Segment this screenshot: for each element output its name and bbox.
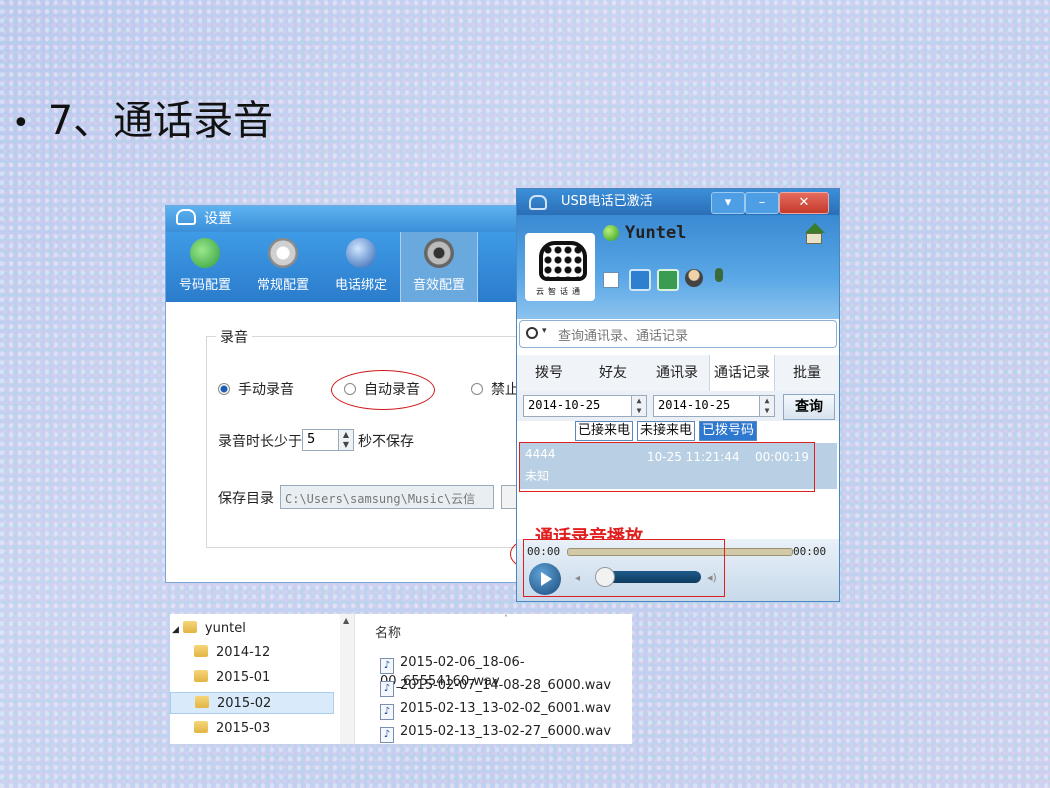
file-item[interactable]: ♪ 2015-02-13_13-02-02_6001.wav — [380, 701, 611, 720]
search-icon[interactable] — [526, 327, 538, 339]
phone-titlebar: USB电话已激活 ▾ – ✕ — [517, 189, 839, 215]
dropdown-icon[interactable]: ▾ — [542, 326, 547, 336]
folder-tree: ◢ yuntel 2014-12 2015-01 2015-02 2015-03 — [170, 614, 341, 744]
save-dir-field[interactable]: C:\Users\samsung\Music\云信 — [280, 485, 494, 509]
search-bar[interactable]: ▾ 查询通讯录、通话记录 — [519, 320, 837, 348]
spinner-icon[interactable]: ▲ ▼ — [759, 396, 774, 416]
scroll-up-icon[interactable]: ▲ — [343, 616, 349, 625]
slide-title: • 7、通话录音 — [12, 88, 273, 146]
player-total-time: 00:00 — [793, 545, 827, 558]
tab-phone-binding[interactable]: 电话绑定 — [322, 232, 400, 302]
column-header-name[interactable]: 名称 — [375, 622, 401, 641]
audio-file-icon: ♪ — [380, 704, 394, 720]
close-icon[interactable]: ✕ — [779, 192, 829, 214]
duration-input[interactable]: 5 ▲ ▼ — [302, 429, 354, 451]
folder-icon — [194, 721, 208, 733]
brand-name: Yuntel — [625, 223, 687, 243]
phone-icon — [176, 209, 196, 225]
home-icon[interactable] — [805, 223, 825, 233]
date-to-input[interactable]: 2014-10-25 ▲ ▼ — [653, 395, 775, 417]
recording-group-title: 录音 — [216, 327, 252, 347]
tree-folder[interactable]: 2015-03 — [194, 718, 270, 740]
radio-manual-record[interactable]: 手动录音 — [218, 379, 294, 399]
sort-arrow-icon: ˄ — [504, 614, 508, 623]
tab-contacts[interactable]: 通讯录 — [645, 355, 709, 391]
call-icon[interactable] — [657, 269, 679, 291]
file-item[interactable]: ♪ 2015-02-13_13-02-27_6000.wav — [380, 724, 611, 743]
spinner-icon[interactable]: ▲ ▼ — [338, 430, 353, 450]
audio-file-icon: ♪ — [380, 658, 394, 674]
folder-icon — [194, 670, 208, 682]
phone-tabs: 拨号 好友 通讯录 通话记录 批量 — [517, 355, 839, 392]
folder-icon — [182, 621, 197, 633]
minimize-icon[interactable]: – — [745, 192, 779, 214]
radio-unselected-icon — [471, 383, 483, 395]
bullet: • — [12, 105, 30, 141]
tree-root-yuntel[interactable]: ◢ yuntel — [172, 618, 246, 640]
brand-logo: 云智话通 — [525, 233, 595, 301]
save-dir-label: 保存目录 — [218, 491, 274, 507]
tab-dial[interactable]: 拨号 — [517, 355, 581, 391]
highlight-ellipse — [331, 370, 435, 410]
tab-friends[interactable]: 好友 — [581, 355, 645, 391]
tree-folder[interactable]: 2014-12 — [194, 642, 270, 664]
tab-batch[interactable]: 批量 — [775, 355, 839, 391]
settings-titlebar: 设置 — [166, 206, 519, 232]
checkbox-icon[interactable] — [603, 272, 619, 288]
settings-title: 设置 — [204, 211, 232, 227]
query-button[interactable]: 查询 — [783, 394, 835, 420]
slide-title-text: 7、通话录音 — [47, 98, 274, 144]
tab-call-records[interactable]: 通话记录 — [709, 355, 775, 391]
filter-dialed[interactable]: 已拨号码 — [699, 421, 758, 441]
search-input[interactable]: 查询通讯录、通话记录 — [558, 325, 688, 344]
file-item[interactable]: ♪ 2015-02-07_14-08-28_6000.wav — [380, 678, 611, 697]
phone-globe-icon — [190, 238, 220, 268]
tab-sound-config[interactable]: 音效配置 — [400, 232, 478, 302]
scrollbar[interactable]: ▲ — [340, 614, 355, 744]
highlight-box-record — [519, 442, 815, 492]
date-from-input[interactable]: 2014-10-25 ▲ ▼ — [523, 395, 647, 417]
audio-file-icon: ♪ — [380, 681, 394, 697]
radio-disable-record[interactable]: 禁止 — [471, 379, 519, 399]
spinner-icon[interactable]: ▲ ▼ — [631, 396, 646, 416]
highlight-box-player — [523, 539, 725, 597]
duration-label-pre: 录音时长少于 — [218, 434, 302, 450]
contacts-icon[interactable] — [629, 269, 651, 291]
dropdown-icon[interactable]: ▾ — [711, 192, 745, 214]
settings-toolbar: 号码配置 常规配置 电话绑定 音效配置 — [166, 232, 519, 302]
duration-label-post: 秒不保存 — [358, 434, 414, 450]
microphone-icon[interactable] — [715, 268, 723, 282]
expand-arrow-icon[interactable]: ◢ — [172, 625, 179, 635]
phone-icon — [529, 195, 547, 210]
home-icon-base — [806, 233, 822, 244]
filter-answered[interactable]: 已接来电 — [575, 421, 634, 441]
tree-folder-selected[interactable]: 2015-02 — [170, 692, 334, 714]
file-explorer: ◢ yuntel 2014-12 2015-01 2015-02 2015-03 … — [170, 614, 632, 744]
tree-folder[interactable]: 2015-01 — [194, 667, 270, 689]
status-online-icon — [603, 225, 619, 241]
folder-icon — [195, 696, 209, 708]
settings-window: 设置 号码配置 常规配置 电话绑定 音效配置 录音 手动录音 自动录音 禁止 录… — [165, 205, 520, 583]
phone-header: 云智话通 Yuntel — [517, 215, 839, 319]
audio-file-icon: ♪ — [380, 727, 394, 743]
phone-window-title: USB电话已激活 — [561, 194, 653, 209]
radio-selected-icon — [218, 383, 230, 395]
telephone-logo-icon — [539, 241, 587, 281]
folder-icon — [194, 645, 208, 657]
filter-missed[interactable]: 未接来电 — [637, 421, 696, 441]
globe-icon — [346, 238, 376, 268]
settings-person-icon[interactable] — [685, 269, 703, 287]
speaker-icon — [424, 238, 454, 268]
gear-icon — [268, 238, 298, 268]
tab-general-config[interactable]: 常规配置 — [244, 232, 322, 302]
tab-number-config[interactable]: 号码配置 — [166, 232, 244, 302]
phone-window: USB电话已激活 ▾ – ✕ 云智话通 Yuntel ▾ 查询通讯录、通话记录 … — [516, 188, 840, 602]
logo-caption: 云智话通 — [536, 287, 584, 296]
